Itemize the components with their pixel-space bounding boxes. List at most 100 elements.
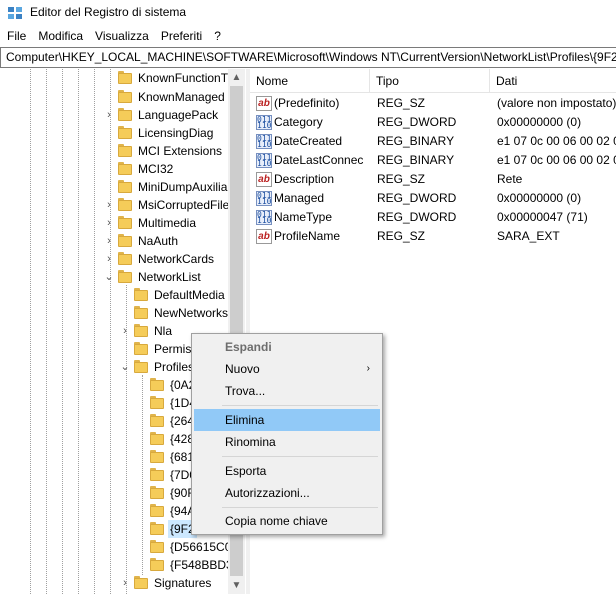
folder-icon [134,306,148,320]
menu-item-esporta[interactable]: Esporta [194,460,380,482]
tree-item-languagepack[interactable]: › LanguagePack [0,106,228,124]
value-row-description[interactable]: ab Description REG_SZ Rete [250,170,616,189]
tree-item-mci32[interactable]: MCI32 [0,160,228,178]
chevron-right-icon[interactable]: › [104,196,114,214]
chevron-down-icon[interactable]: ⌄ [104,268,114,286]
value-row-profilename[interactable]: ab ProfileName REG_SZ SARA_EXT [250,227,616,246]
tree-item-naauth[interactable]: › NaAuth [0,232,228,250]
folder-icon [150,450,164,464]
tree-item-defaultmedia[interactable]: DefaultMedia [0,286,228,304]
menu-item-elimina[interactable]: Elimina [194,409,380,431]
menu-item-trova[interactable]: Trova... [194,380,380,402]
folder-icon [118,180,132,194]
tree-item-knownmanaged[interactable]: KnownManaged [0,88,228,106]
menu-separator [222,405,378,406]
folder-icon [118,90,132,104]
tree-item-licensingdiag[interactable]: LicensingDiag [0,124,228,142]
chevron-right-icon[interactable]: › [120,574,130,592]
binary-value-icon: 011 110 [256,210,272,225]
folder-icon [150,378,164,392]
menu-separator [222,456,378,457]
value-row-category[interactable]: 011 110 Category REG_DWORD 0x00000000 (0) [250,113,616,132]
folder-icon [150,540,164,554]
value-row-managed[interactable]: 011 110 Managed REG_DWORD 0x00000000 (0) [250,189,616,208]
folder-icon [118,108,132,122]
menu-item-copia-nome-chiave[interactable]: Copia nome chiave [194,510,380,532]
scroll-down-arrow-icon[interactable]: ▼ [228,577,245,594]
folder-icon [150,468,164,482]
tree-item-profile-f548bbd3[interactable]: {F548BBD3 [0,556,233,574]
tree-item-multimedia[interactable]: › Multimedia [0,214,228,232]
tree-item-minidumpauxilia[interactable]: MiniDumpAuxilia [0,178,228,196]
address-bar[interactable]: Computer\HKEY_LOCAL_MACHINE\SOFTWARE\Mic… [0,47,616,68]
binary-value-icon: 011 110 [256,115,272,130]
menu-help[interactable]: ? [208,26,227,46]
folder-icon [150,486,164,500]
binary-value-icon: 011 110 [256,153,272,168]
folder-icon [118,252,132,266]
folder-open-icon [118,270,132,284]
folder-open-icon [134,360,148,374]
folder-icon [150,414,164,428]
tree-item-networkcards[interactable]: › NetworkCards [0,250,228,268]
string-value-icon: ab [256,96,272,111]
folder-icon [118,216,132,230]
folder-icon [118,126,132,140]
menu-preferiti[interactable]: Preferiti [155,26,208,46]
folder-icon [150,396,164,410]
folder-icon [134,576,148,590]
chevron-right-icon[interactable]: › [104,232,114,250]
tree-item-msicorruptedfile[interactable]: › MsiCorruptedFile [0,196,229,214]
list-header: Nome Tipo Dati [250,69,616,93]
binary-value-icon: 011 110 [256,191,272,206]
window-title: Editor del Registro di sistema [30,5,187,19]
tree-item-newnetworks[interactable]: NewNetworks [0,304,228,322]
submenu-arrow-icon: › [366,363,370,374]
title-bar: Editor del Registro di sistema [0,0,616,26]
binary-value-icon: 011 110 [256,134,272,149]
tree-item-profile-d56615c0[interactable]: {D56615C0 [0,538,231,556]
tree-item-networklist[interactable]: ⌄ NetworkList [0,268,228,286]
value-row-datelastconnected[interactable]: 011 110 DateLastConnec REG_BINARY e1 07 0… [250,151,616,170]
menu-bar: File Modifica Visualizza Preferiti ? [0,26,616,46]
folder-icon [134,342,148,356]
menu-file[interactable]: File [0,26,32,46]
value-row-nametype[interactable]: 011 110 NameType REG_DWORD 0x00000047 (71… [250,208,616,227]
tree-item-mci-extensions[interactable]: MCI Extensions [0,142,228,160]
value-row-predefinito[interactable]: ab (Predefinito) REG_SZ (valore non impo… [250,94,616,113]
folder-icon [134,324,148,338]
registry-editor-icon [8,7,22,19]
menu-visualizza[interactable]: Visualizza [89,26,155,46]
folder-icon [150,558,164,572]
menu-modifica[interactable]: Modifica [32,26,89,46]
chevron-right-icon[interactable]: › [104,214,114,232]
folder-icon [150,522,164,536]
value-row-datecreated[interactable]: 011 110 DateCreated REG_BINARY e1 07 0c 0… [250,132,616,151]
menu-item-nuovo[interactable]: Nuovo › [194,358,380,380]
chevron-right-icon[interactable]: › [120,322,130,340]
menu-item-rinomina[interactable]: Rinomina [194,431,380,453]
folder-icon [118,144,132,158]
chevron-right-icon[interactable]: › [104,250,114,268]
context-menu: Espandi Nuovo › Trova... Elimina Rinomin… [191,333,383,535]
folder-icon [118,234,132,248]
folder-icon [118,162,132,176]
column-header-dati[interactable]: Dati [490,69,616,93]
column-header-nome[interactable]: Nome [250,69,370,93]
column-header-tipo[interactable]: Tipo [370,69,490,93]
folder-icon [118,71,132,85]
chevron-down-icon[interactable]: ⌄ [120,358,130,376]
chevron-right-icon[interactable]: › [104,106,114,124]
tree-item-knownfunction[interactable]: KnownFunctionT [0,69,228,87]
folder-icon [134,288,148,302]
folder-icon [150,504,164,518]
scroll-up-arrow-icon[interactable]: ▲ [228,69,245,86]
menu-item-espandi[interactable]: Espandi [194,336,380,358]
folder-icon [118,198,132,212]
menu-item-autorizzazioni[interactable]: Autorizzazioni... [194,482,380,504]
menu-separator [222,507,378,508]
string-value-icon: ab [256,172,272,187]
tree-item-signatures[interactable]: › Signatures [0,574,228,592]
folder-icon [150,432,164,446]
string-value-icon: ab [256,229,272,244]
